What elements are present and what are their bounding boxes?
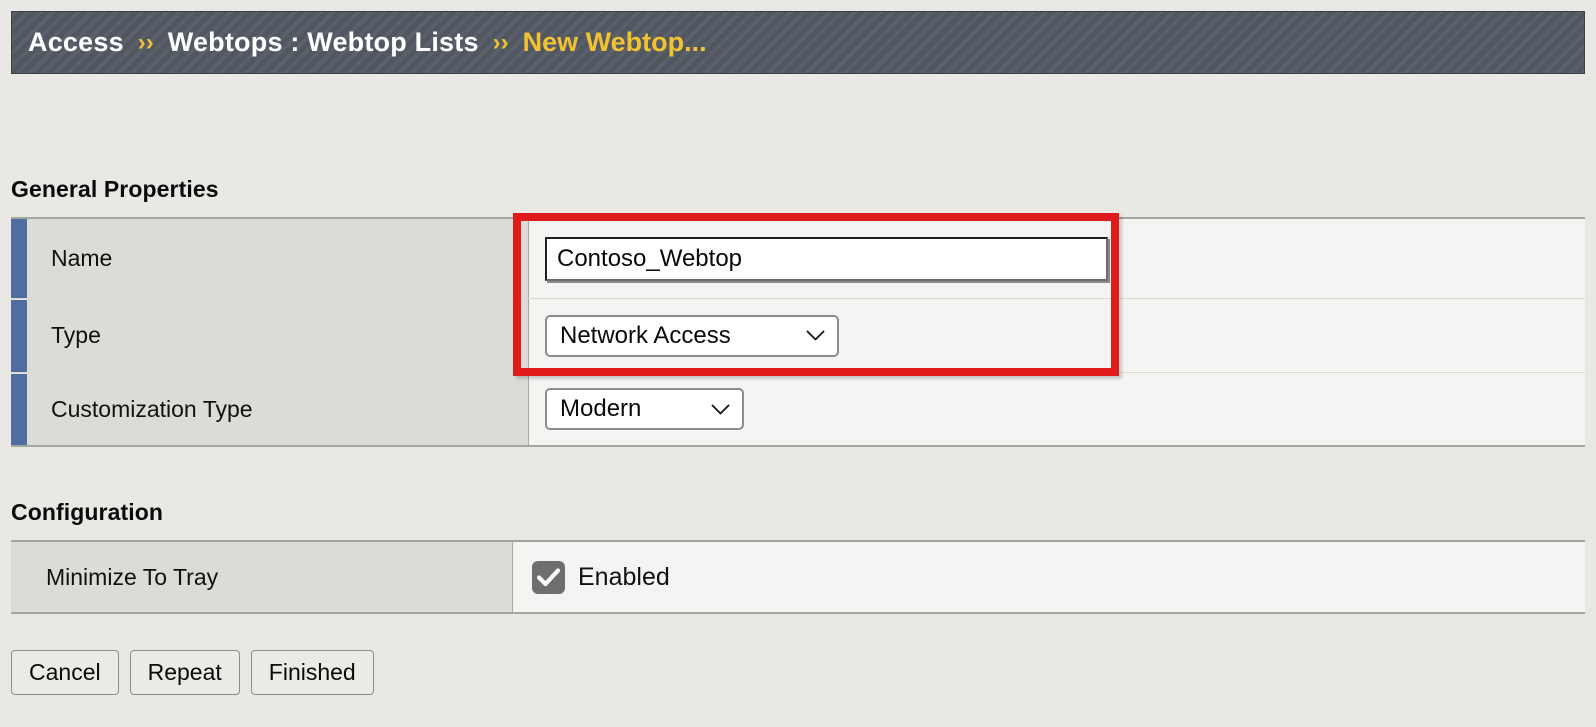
customization-type-select[interactable]: Modern — [545, 388, 744, 430]
repeat-button[interactable]: Repeat — [129, 650, 240, 695]
breadcrumb-current: New Webtop... — [522, 27, 707, 57]
table-row-minimize-to-tray: Minimize To Tray Enabled — [11, 542, 1585, 612]
table-row-type: Type Network Access — [11, 299, 1585, 373]
general-properties-table: Name Type Network Access Customization T… — [11, 217, 1585, 447]
type-select-value: Network Access — [560, 321, 731, 349]
breadcrumb-separator-1: ›› — [137, 28, 154, 56]
form-button-row: Cancel Repeat Finished — [11, 650, 374, 695]
minimize-to-tray-label: Enabled — [578, 562, 670, 591]
breadcrumb-root[interactable]: Access — [28, 27, 124, 58]
row-accent-bar — [11, 373, 27, 445]
table-row-name: Name — [11, 219, 1585, 299]
breadcrumb-section[interactable]: Webtops : Webtop Lists — [168, 27, 479, 58]
name-input[interactable] — [545, 236, 1108, 281]
configuration-heading: Configuration — [11, 499, 164, 525]
chevron-down-icon — [711, 404, 730, 415]
type-select[interactable]: Network Access — [545, 314, 839, 357]
finished-button[interactable]: Finished — [250, 650, 374, 695]
label-minimize-to-tray: Minimize To Tray — [11, 542, 513, 612]
breadcrumb-separator-2: ›› — [492, 28, 509, 56]
value-cell-type: Network Access — [529, 299, 1585, 372]
value-cell-minimize-to-tray: Enabled — [513, 542, 1585, 612]
general-properties-heading: General Properties — [11, 176, 219, 202]
minimize-to-tray-checkbox[interactable]: Enabled — [532, 560, 670, 594]
chevron-down-icon — [806, 330, 825, 341]
check-icon — [532, 560, 565, 594]
label-customization-type: Customization Type — [27, 373, 529, 445]
customization-type-select-value: Modern — [560, 395, 642, 422]
label-type: Type — [27, 299, 529, 372]
cancel-button[interactable]: Cancel — [11, 650, 119, 695]
value-cell-name — [529, 219, 1585, 298]
breadcrumb-bar: Access ›› Webtops : Webtop Lists ›› New … — [11, 11, 1585, 74]
value-cell-customization-type: Modern — [529, 373, 1585, 445]
label-name: Name — [27, 219, 529, 298]
row-accent-bar — [11, 299, 27, 372]
configuration-table: Minimize To Tray Enabled — [11, 540, 1585, 614]
row-accent-bar — [11, 219, 27, 298]
table-row-customization-type: Customization Type Modern — [11, 373, 1585, 445]
